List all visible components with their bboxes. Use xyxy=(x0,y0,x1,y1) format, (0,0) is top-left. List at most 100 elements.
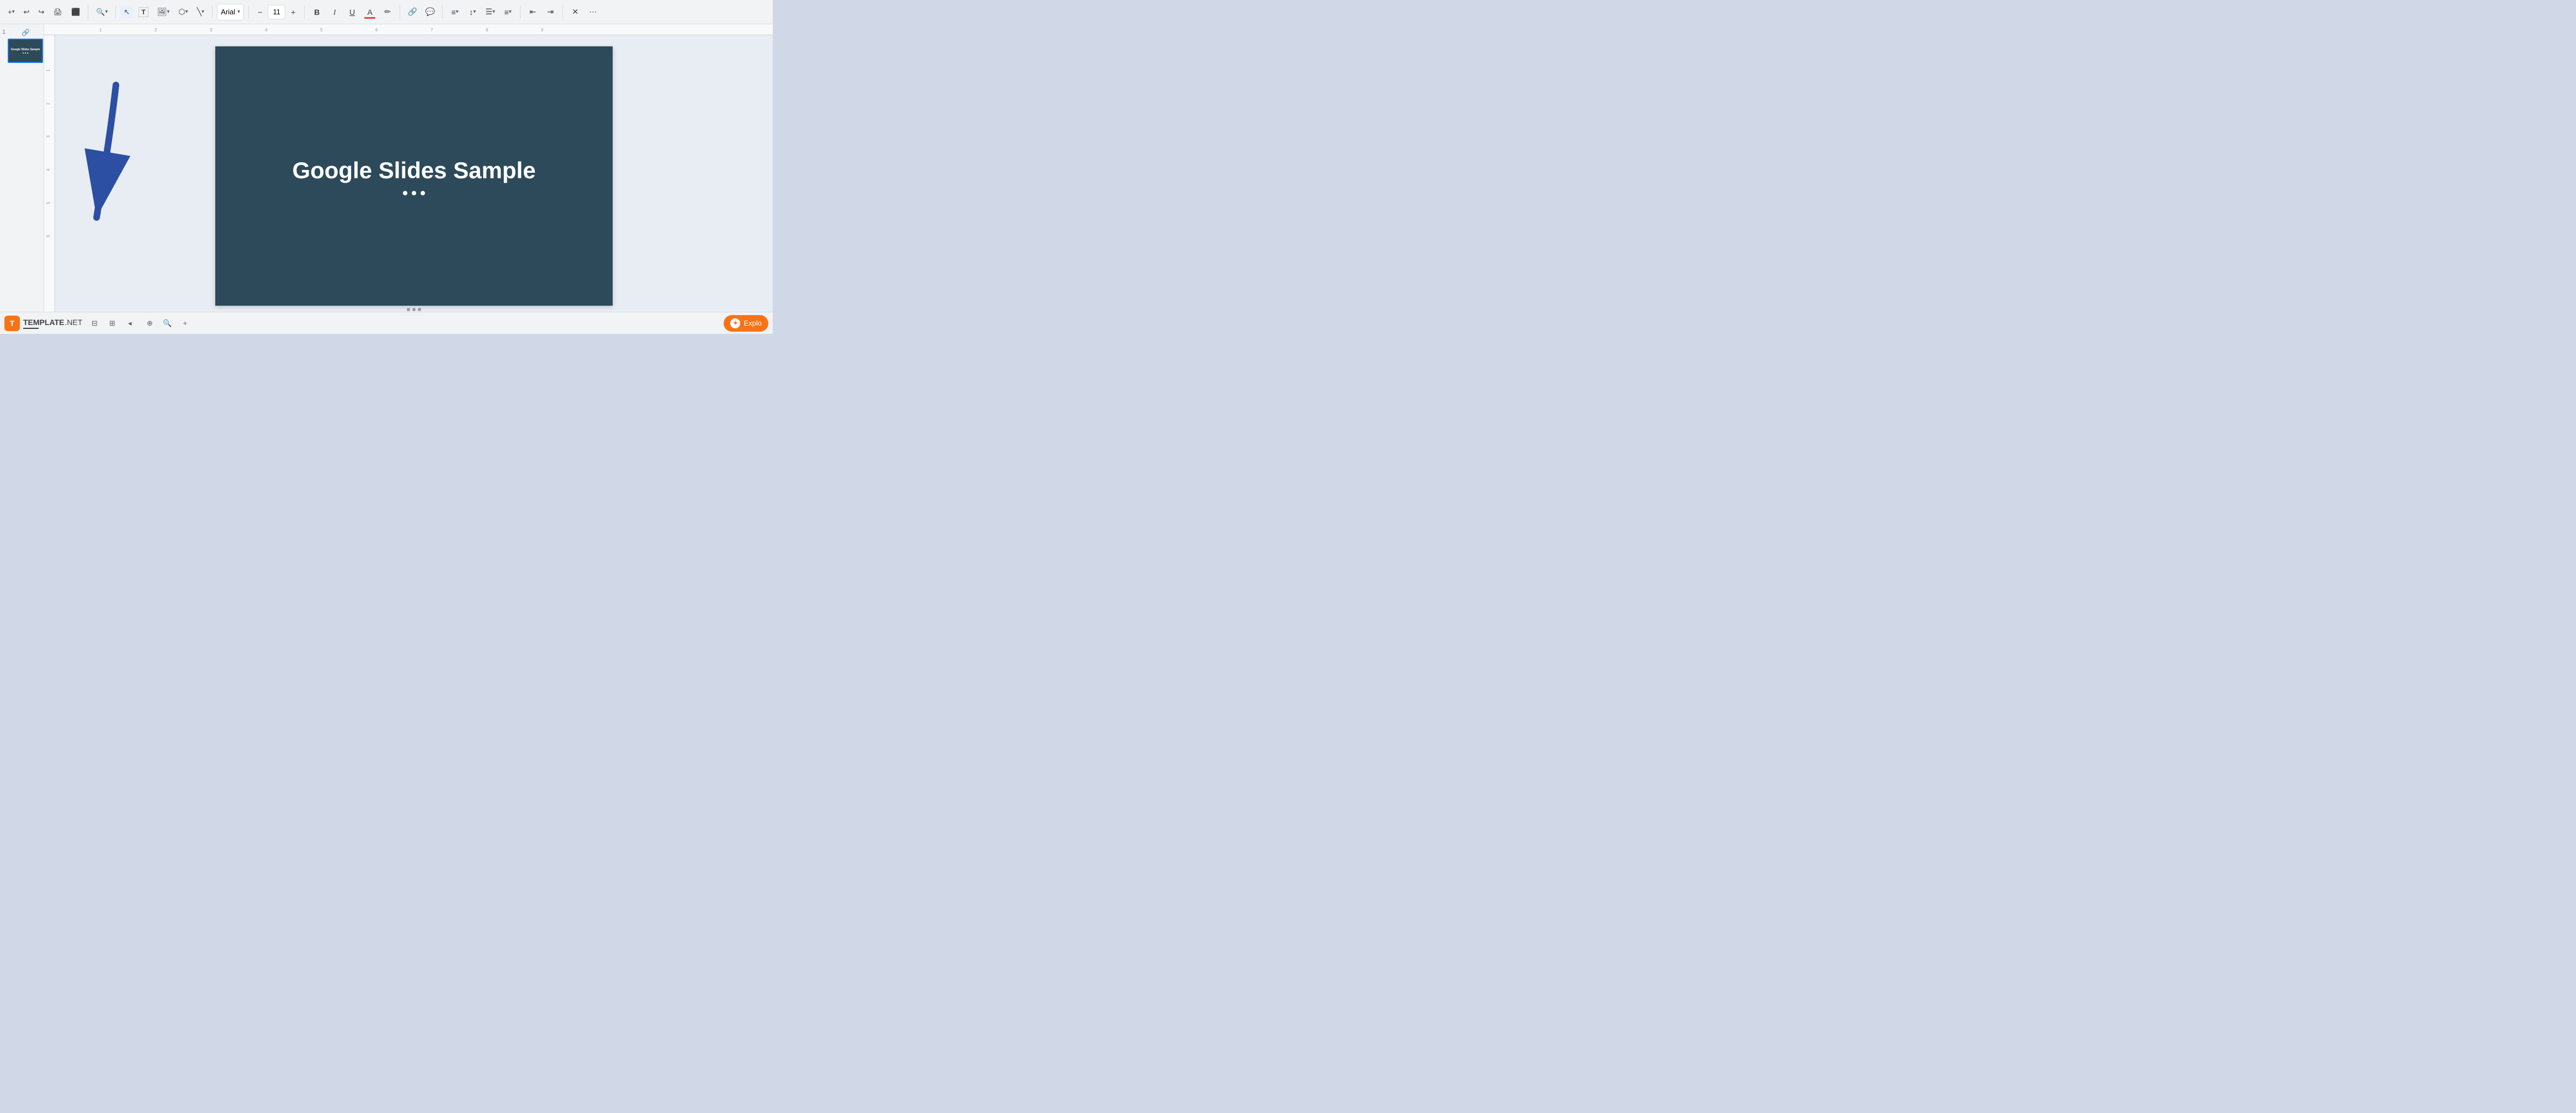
template-logo-text-wrapper: TEMPLATE.NET xyxy=(23,318,82,329)
align-button[interactable]: ≡ ▾ xyxy=(447,4,463,20)
font-size-increase-button[interactable]: + xyxy=(286,6,300,19)
comment-icon: 💬 xyxy=(425,7,434,17)
slide-dot-1 xyxy=(403,191,407,195)
slide-canvas[interactable]: Google Slides Sample xyxy=(215,46,613,306)
cursor-tool-button[interactable]: ↖ xyxy=(120,6,133,19)
font-family-selector[interactable]: Arial ▾ xyxy=(217,4,244,20)
underline-button[interactable]: U xyxy=(344,4,360,20)
main-content: 1 🔗 Google Slides Sample 1 xyxy=(0,24,773,312)
add-button[interactable]: + ▾ xyxy=(4,6,18,18)
bullets-button[interactable]: ☰ ▾ xyxy=(482,4,498,20)
font-dropdown-icon: ▾ xyxy=(237,9,240,15)
explore-icon: ✦ xyxy=(730,318,740,328)
zoom-out-icon: 🔍 xyxy=(163,319,172,328)
line-spacing-dropdown-icon: ▾ xyxy=(473,9,476,15)
bold-button[interactable]: B xyxy=(309,4,325,20)
separator-3 xyxy=(212,6,213,19)
clear-format-icon: ✕ xyxy=(572,7,578,17)
plus-icon: + xyxy=(183,319,188,327)
plus-slide-button[interactable]: + xyxy=(177,316,193,331)
font-color-indicator xyxy=(364,17,375,19)
format-paint-icon: ⬛ xyxy=(71,8,80,17)
svg-text:9: 9 xyxy=(541,28,544,33)
indent-more-icon: ⇥ xyxy=(547,7,554,17)
undo-icon: ↩ xyxy=(24,8,30,17)
link-button[interactable]: 🔗 xyxy=(405,4,420,20)
more-options-icon: ⋯ xyxy=(589,7,597,17)
slide-number: 1 xyxy=(2,29,6,35)
separator-9 xyxy=(562,6,563,19)
line-spacing-button[interactable]: ↕ ▾ xyxy=(465,4,480,20)
print-icon: 🖨 xyxy=(53,8,62,17)
font-size-group: − + xyxy=(253,5,300,19)
comment-button[interactable]: 💬 xyxy=(422,4,438,20)
separator-5 xyxy=(304,6,305,19)
slide-thumbnail-dots xyxy=(23,52,28,54)
slide-dot-2 xyxy=(412,191,416,195)
print-button[interactable]: 🖨 xyxy=(50,6,66,19)
zoom-button[interactable]: 🔍 ▾ xyxy=(93,6,111,19)
toolbar: + ▾ ↩ ↪ 🖨 ⬛ 🔍 ▾ ↖ T 🖼 ▾ ⬡ ▾ ╲ ▾ xyxy=(0,0,773,24)
line-dropdown-icon: ▾ xyxy=(201,9,204,15)
bullets-dropdown-icon: ▾ xyxy=(492,9,495,15)
template-brand-text: TEMPLATE xyxy=(23,318,64,327)
collapse-panel-button[interactable]: ◂ xyxy=(122,316,137,331)
numbered-list-icon: ≡ xyxy=(504,8,509,17)
bullets-icon: ☰ xyxy=(485,7,492,17)
bottom-bar: T TEMPLATE.NET ⊟ ⊞ ◂ ⊕ xyxy=(0,312,773,334)
bottom-left: T TEMPLATE.NET ⊟ ⊞ ◂ ⊕ xyxy=(4,316,193,331)
dot-2 xyxy=(25,52,26,54)
text-tool-button[interactable]: T xyxy=(135,5,151,19)
line-tool-button[interactable]: ╲ ▾ xyxy=(194,5,208,19)
redo-icon: ↪ xyxy=(39,8,45,17)
bottom-right: ✦ Explo xyxy=(724,315,768,332)
zoom-icon: 🔍 xyxy=(96,8,105,17)
indent-more-button[interactable]: ⇥ xyxy=(543,4,558,20)
list-view-button[interactable]: ⊞ xyxy=(104,316,120,331)
template-logo-icon: T xyxy=(4,316,20,331)
slide-title-text[interactable]: Google Slides Sample xyxy=(292,157,535,184)
image-dropdown-icon: ▾ xyxy=(167,9,169,15)
scroll-dot-3 xyxy=(418,308,421,311)
add-slide-button[interactable]: ⊕ xyxy=(142,316,157,331)
zoom-controls-button[interactable]: 🔍 xyxy=(160,316,175,331)
ruler-v-ticks: 1 2 3 4 5 6 xyxy=(44,35,55,312)
italic-button[interactable]: I xyxy=(327,4,342,20)
font-size-input[interactable] xyxy=(268,5,285,19)
canvas-area[interactable]: Google Slides Sample xyxy=(55,35,773,312)
align-icon: ≡ xyxy=(452,8,456,17)
list-view-icon: ⊞ xyxy=(109,319,115,328)
collapse-icon: ◂ xyxy=(128,319,132,328)
shape-tool-button[interactable]: ⬡ ▾ xyxy=(175,5,191,19)
undo-button[interactable]: ↩ xyxy=(20,6,33,19)
image-tool-button[interactable]: 🖼 ▾ xyxy=(154,5,173,19)
format-paint-button[interactable]: ⬛ xyxy=(68,6,83,19)
indent-less-button[interactable]: ⇤ xyxy=(525,4,540,20)
font-size-decrease-button[interactable]: − xyxy=(253,6,267,19)
highlight-button[interactable]: ✏ xyxy=(380,4,395,20)
ruler-horizontal: 1 2 3 4 5 6 7 8 9 xyxy=(44,24,773,35)
more-options-button[interactable]: ⋯ xyxy=(585,4,601,20)
highlight-icon: ✏ xyxy=(384,7,391,17)
slide-dots xyxy=(403,191,425,195)
link-to-slide-icon: 🔗 xyxy=(22,29,29,36)
explore-button[interactable]: ✦ Explo xyxy=(724,315,768,332)
redo-button[interactable]: ↪ xyxy=(35,6,48,19)
add-icon: + xyxy=(8,8,12,16)
separator-7 xyxy=(442,6,443,19)
ruler-h-ticks: 1 2 3 4 5 6 7 8 9 xyxy=(44,24,773,35)
clear-format-button[interactable]: ✕ xyxy=(567,4,583,20)
add-dropdown-icon: ▾ xyxy=(12,9,15,15)
svg-text:3: 3 xyxy=(210,28,213,33)
arrow-annotation xyxy=(66,79,149,245)
slide-dot-3 xyxy=(421,191,425,195)
indent-less-icon: ⇤ xyxy=(529,7,536,17)
font-color-button[interactable]: A xyxy=(362,4,378,20)
bottom-icons: ⊟ ⊞ ◂ xyxy=(87,316,137,331)
numbered-list-button[interactable]: ≡ ▾ xyxy=(500,4,516,20)
slide-thumbnail-1[interactable]: Google Slides Sample xyxy=(8,39,43,63)
dot-1 xyxy=(23,52,24,54)
svg-text:6: 6 xyxy=(46,235,51,237)
separator-4 xyxy=(248,6,249,19)
grid-view-button[interactable]: ⊟ xyxy=(87,316,102,331)
